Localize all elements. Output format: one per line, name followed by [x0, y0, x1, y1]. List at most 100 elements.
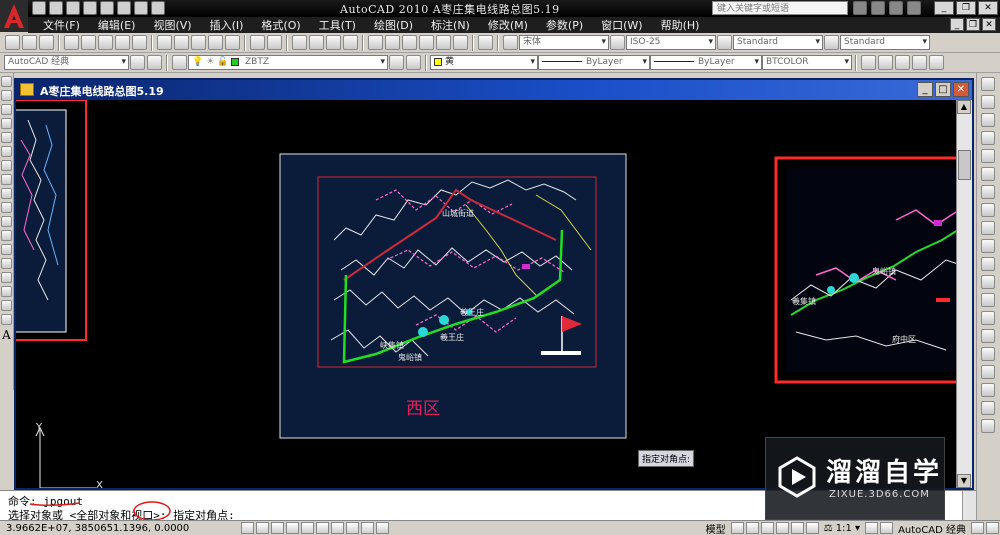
- object-snap-tracking-icon[interactable]: [316, 522, 329, 534]
- snap-mode-icon[interactable]: [241, 522, 254, 534]
- drawing-maximize-button[interactable]: □: [935, 82, 951, 97]
- model-space-canvas[interactable]: 山城街道 羲王庄 峡集镇 鬼峪镇 羲王庄 西区 鬼峪镇 羲集镇 府中区 Y X …: [16, 100, 956, 488]
- drawing-close-button[interactable]: ✕: [953, 82, 969, 97]
- menu-file[interactable]: 文件(F): [34, 17, 89, 33]
- properties-icon[interactable]: [151, 1, 165, 15]
- star-icon[interactable]: [889, 1, 903, 15]
- dynamic-ucs-icon[interactable]: [331, 522, 344, 534]
- ellipse-arc-icon[interactable]: [1, 216, 12, 227]
- workspace-select[interactable]: AutoCAD 经典: [4, 55, 129, 70]
- menu-dimension[interactable]: 标注(N): [422, 17, 479, 33]
- object-snap-icon[interactable]: [981, 383, 995, 397]
- command-scrollbar[interactable]: [962, 491, 976, 521]
- cut-icon[interactable]: [157, 35, 172, 50]
- match-properties-icon[interactable]: [208, 35, 223, 50]
- layer-select[interactable]: 💡 ☀ 🔓 ZBTZ: [188, 55, 388, 70]
- clean-screen-icon[interactable]: [986, 522, 999, 534]
- pencil-icon[interactable]: [134, 1, 148, 15]
- dim-linear-icon[interactable]: [861, 55, 876, 70]
- move-icon[interactable]: [981, 167, 995, 181]
- dim-ordinate-icon[interactable]: [912, 55, 927, 70]
- scroll-up-arrow-icon[interactable]: ▲: [957, 100, 971, 114]
- menu-view[interactable]: 视图(V): [144, 17, 200, 33]
- redo-icon[interactable]: [267, 35, 282, 50]
- model-button[interactable]: 模型: [702, 521, 730, 535]
- help-search-input[interactable]: 键入关键字或短语: [712, 1, 848, 15]
- table-style-icon[interactable]: [717, 35, 732, 50]
- zoom-window-icon[interactable]: [326, 35, 341, 50]
- doc-close-button[interactable]: ✕: [982, 18, 996, 31]
- lineweight-toggle-icon[interactable]: [361, 522, 374, 534]
- plotstyle-select[interactable]: BTCOLOR: [762, 55, 852, 70]
- doc-minimize-button[interactable]: _: [950, 18, 964, 31]
- dim-arc-icon[interactable]: [895, 55, 910, 70]
- menu-help[interactable]: 帮助(H): [652, 17, 709, 33]
- subscription-icon[interactable]: [871, 1, 885, 15]
- drawing-minimize-button[interactable]: _: [917, 82, 933, 97]
- rectangle-icon[interactable]: [1, 132, 12, 143]
- break-at-point-icon[interactable]: [981, 275, 995, 289]
- layer-properties-icon[interactable]: [172, 55, 187, 70]
- fillet-icon[interactable]: [981, 347, 995, 361]
- publish-web-icon[interactable]: [132, 35, 147, 50]
- linetype-select[interactable]: ByLayer: [538, 55, 650, 70]
- lineweight-select[interactable]: ByLayer: [650, 55, 762, 70]
- plot-icon[interactable]: [64, 35, 79, 50]
- polar-tracking-icon[interactable]: [286, 522, 299, 534]
- insert-block-icon[interactable]: [1, 230, 12, 241]
- spline-icon[interactable]: [1, 188, 12, 199]
- minimize-button[interactable]: _: [934, 1, 954, 15]
- copy-object-icon[interactable]: [981, 95, 995, 109]
- publish-icon[interactable]: [98, 35, 113, 50]
- showmotion-icon[interactable]: [805, 522, 819, 534]
- properties-icon[interactable]: [368, 35, 383, 50]
- 3d-dwf-icon[interactable]: [115, 35, 130, 50]
- doc-restore-button[interactable]: ❐: [966, 18, 980, 31]
- hatch-icon[interactable]: [1, 272, 12, 283]
- binoculars-icon[interactable]: [853, 1, 867, 15]
- steering-wheel-icon[interactable]: [790, 522, 804, 534]
- polyline-icon[interactable]: [1, 104, 12, 115]
- circle-icon[interactable]: [1, 160, 12, 171]
- polygon-icon[interactable]: [1, 118, 12, 129]
- zoom-previous-icon[interactable]: [343, 35, 358, 50]
- join-icon[interactable]: [981, 311, 995, 325]
- line-icon[interactable]: [1, 76, 12, 87]
- construction-line-icon[interactable]: [1, 90, 12, 101]
- autocad-logo-icon[interactable]: [0, 0, 28, 32]
- scroll-thumb[interactable]: [958, 150, 971, 180]
- menu-parametric[interactable]: 参数(P): [537, 17, 592, 33]
- revision-cloud-icon[interactable]: [1, 174, 12, 185]
- text-style-select[interactable]: 宋体: [519, 35, 609, 50]
- dim-aligned-icon[interactable]: [878, 55, 893, 70]
- ellipse-icon[interactable]: [1, 202, 12, 213]
- help-icon[interactable]: [907, 1, 921, 15]
- menu-modify[interactable]: 修改(M): [479, 17, 537, 33]
- zoom-realtime-icon[interactable]: [309, 35, 324, 50]
- save-icon[interactable]: [39, 35, 54, 50]
- make-current-layer-icon[interactable]: [389, 55, 404, 70]
- offset-icon[interactable]: [981, 131, 995, 145]
- redo-icon[interactable]: [100, 1, 114, 15]
- new-icon[interactable]: [5, 35, 20, 50]
- explode-icon[interactable]: [981, 365, 995, 379]
- copy-icon[interactable]: [174, 35, 189, 50]
- dim-radius-icon[interactable]: [929, 55, 944, 70]
- design-center-icon[interactable]: [385, 35, 400, 50]
- quickcalc-icon[interactable]: [453, 35, 468, 50]
- menu-insert[interactable]: 插入(I): [201, 17, 253, 33]
- workspace-status[interactable]: AutoCAD 经典: [894, 521, 970, 535]
- workspace-settings-icon[interactable]: [130, 55, 145, 70]
- array-icon[interactable]: [981, 149, 995, 163]
- new-icon[interactable]: [32, 1, 46, 15]
- lock-toolbar-icon[interactable]: [971, 522, 984, 534]
- pan-icon[interactable]: [292, 35, 307, 50]
- layout-icon[interactable]: [730, 522, 744, 534]
- sheet-set-icon[interactable]: [419, 35, 434, 50]
- save-icon[interactable]: [66, 1, 80, 15]
- multileader-style-select[interactable]: Standard: [840, 35, 930, 50]
- table-style-select[interactable]: Standard: [733, 35, 823, 50]
- multiline-text-icon[interactable]: A: [0, 328, 13, 342]
- annotation-visibility-icon[interactable]: [865, 522, 879, 534]
- layer-previous-icon[interactable]: [406, 55, 421, 70]
